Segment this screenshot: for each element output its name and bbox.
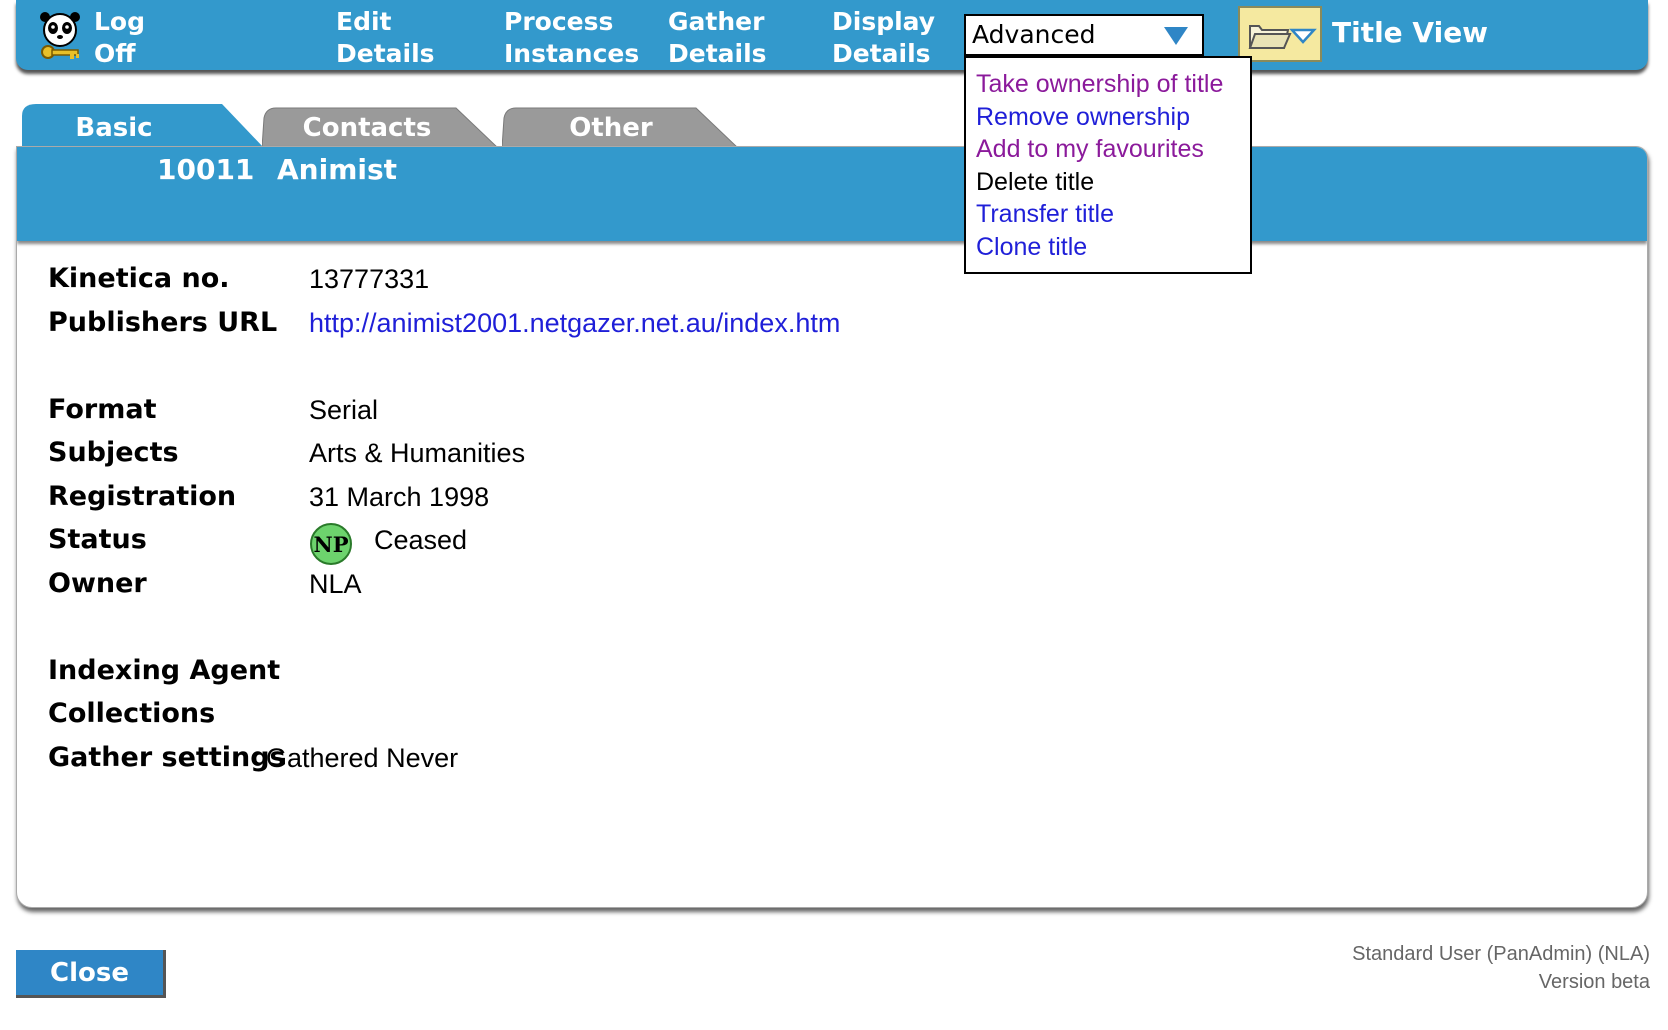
user-info: Standard User (PanAdmin) (NLA) Version b… bbox=[1352, 940, 1650, 996]
page-title: Title View bbox=[1332, 16, 1489, 49]
publishers-url-link[interactable]: http://animist2001.netgazer.net.au/index… bbox=[309, 306, 840, 340]
title-header: 10011 Animist bbox=[17, 147, 1647, 241]
close-button[interactable]: Close bbox=[16, 950, 166, 998]
version-label: Version beta bbox=[1538, 971, 1650, 993]
tab-contacts[interactable]: Contacts bbox=[262, 106, 500, 148]
status-badge-text: NP bbox=[314, 532, 349, 557]
tab-basic[interactable]: Basic bbox=[22, 102, 266, 148]
title-name: Animist bbox=[277, 153, 398, 186]
registration-label: Registration bbox=[48, 481, 237, 512]
process-line1: Process bbox=[504, 7, 614, 36]
gather-line1: Gather bbox=[668, 7, 765, 36]
current-user: Standard User (PanAdmin) (NLA) bbox=[1352, 943, 1650, 965]
indexing-agent-label: Indexing Agent bbox=[48, 655, 281, 686]
view-mode-select[interactable]: Advanced bbox=[964, 14, 1204, 56]
status-label: Status bbox=[48, 524, 147, 555]
logoff-line2: Off bbox=[94, 39, 136, 68]
details-panel: 10011 Animist bbox=[16, 146, 1648, 908]
dropdown-arrow-icon bbox=[1164, 27, 1188, 45]
folder-menu-button[interactable] bbox=[1238, 6, 1322, 62]
title-id: 10011 bbox=[157, 153, 255, 186]
process-line2: Instances bbox=[504, 39, 640, 68]
format-value: Serial bbox=[309, 395, 379, 425]
edit-details-link[interactable]: Edit Details bbox=[336, 6, 435, 70]
folder-icon bbox=[1248, 25, 1317, 49]
logoff-line1: Log bbox=[94, 7, 146, 36]
menu-clone-title[interactable]: Clone title bbox=[976, 231, 1250, 264]
tab-other[interactable]: Other bbox=[502, 106, 740, 148]
display-details-link[interactable]: Display Details bbox=[832, 6, 935, 70]
menu-take-ownership[interactable]: Take ownership of title bbox=[976, 68, 1250, 101]
gather-settings-value: Gathered Never bbox=[266, 743, 459, 773]
menu-add-favourites[interactable]: Add to my favourites bbox=[976, 133, 1250, 166]
gather-details-link[interactable]: Gather Details bbox=[668, 6, 767, 70]
display-line2: Details bbox=[832, 39, 931, 68]
owner-label: Owner bbox=[48, 568, 147, 599]
edit-line1: Edit bbox=[336, 7, 392, 36]
collections-label: Collections bbox=[48, 698, 216, 729]
menu-transfer-title[interactable]: Transfer title bbox=[976, 198, 1250, 231]
subjects-value: Arts & Humanities bbox=[309, 438, 526, 468]
edit-line2: Details bbox=[336, 39, 435, 68]
menu-remove-ownership[interactable]: Remove ownership bbox=[976, 101, 1250, 134]
owner-value: NLA bbox=[309, 569, 362, 599]
tab-other-label: Other bbox=[569, 113, 653, 143]
gather-settings-label: Gather settings bbox=[48, 742, 286, 773]
np-status-icon: NP bbox=[310, 523, 352, 565]
gather-line2: Details bbox=[668, 39, 767, 68]
panda-key-icon[interactable] bbox=[36, 10, 86, 62]
registration-value: 31 March 1998 bbox=[309, 482, 490, 512]
view-mode-value: Advanced bbox=[972, 20, 1096, 49]
display-line1: Display bbox=[832, 7, 936, 36]
process-instances-link[interactable]: Process Instances bbox=[504, 6, 639, 70]
title-actions-menu: Take ownership of title Remove ownership… bbox=[964, 56, 1252, 274]
format-label: Format bbox=[48, 394, 157, 425]
subjects-label: Subjects bbox=[48, 437, 179, 468]
status-value: Ceased bbox=[374, 525, 468, 555]
tab-basic-label: Basic bbox=[75, 113, 153, 143]
menu-delete-title[interactable]: Delete title bbox=[976, 166, 1250, 199]
logoff-link[interactable]: Log Off bbox=[94, 6, 145, 70]
kinetica-value: 13777331 bbox=[309, 264, 430, 294]
kinetica-label: Kinetica no. bbox=[48, 263, 230, 294]
tab-contacts-label: Contacts bbox=[302, 113, 432, 143]
publishers-url-label: Publishers URL bbox=[48, 307, 278, 338]
